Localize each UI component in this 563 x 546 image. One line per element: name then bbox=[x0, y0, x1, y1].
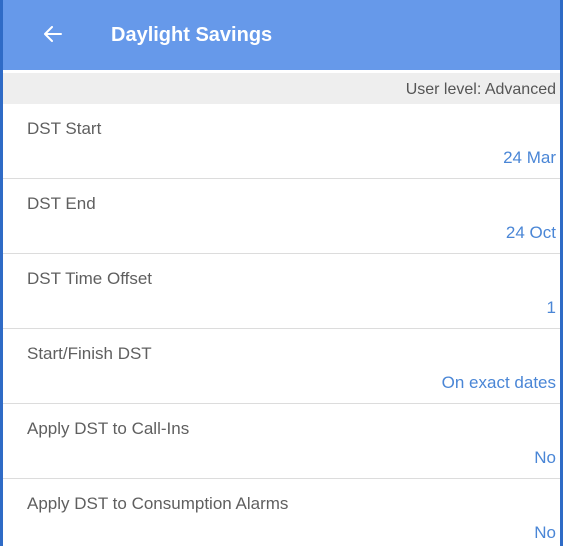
setting-label: Start/Finish DST bbox=[27, 344, 152, 363]
app-bar: Daylight Savings bbox=[3, 0, 560, 70]
setting-value: 24 Oct bbox=[505, 223, 556, 242]
setting-label: DST Time Offset bbox=[27, 269, 153, 288]
user-level-bar: User level: Advanced bbox=[3, 73, 560, 104]
setting-start-finish-dst[interactable]: Start/Finish DST On exact dates bbox=[3, 329, 560, 404]
setting-value: On exact dates bbox=[441, 373, 556, 392]
setting-dst-end[interactable]: DST End 24 Oct bbox=[3, 179, 560, 254]
app-window: Daylight Savings User level: Advanced DS… bbox=[0, 0, 563, 546]
page-title: Daylight Savings bbox=[111, 24, 273, 46]
setting-label: DST End bbox=[27, 194, 96, 213]
user-level-text: User level: Advanced bbox=[405, 81, 556, 98]
setting-label: Apply DST to Call-Ins bbox=[27, 419, 190, 438]
arrow-left-icon bbox=[44, 26, 62, 42]
setting-dst-time-offset[interactable]: DST Time Offset 1 bbox=[3, 254, 560, 329]
setting-apply-dst-consumption-alarms[interactable]: Apply DST to Consumption Alarms No bbox=[3, 479, 560, 546]
setting-value: 1 bbox=[546, 298, 556, 317]
setting-value: No bbox=[534, 448, 556, 467]
setting-apply-dst-call-ins[interactable]: Apply DST to Call-Ins No bbox=[3, 404, 560, 479]
setting-dst-start[interactable]: DST Start 24 Mar bbox=[3, 104, 560, 179]
settings-list: DST Start 24 Mar DST End 24 Oct DST Time… bbox=[3, 104, 560, 546]
setting-value: No bbox=[534, 523, 556, 542]
setting-value: 24 Mar bbox=[503, 148, 556, 167]
setting-label: DST Start bbox=[27, 119, 102, 138]
back-button[interactable] bbox=[33, 14, 73, 54]
setting-label: Apply DST to Consumption Alarms bbox=[27, 494, 289, 513]
